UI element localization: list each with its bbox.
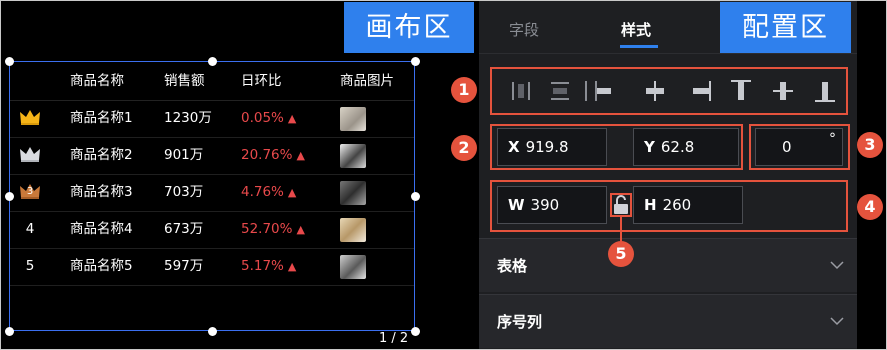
trend-up-icon: ▲ — [296, 149, 305, 162]
product-name: 商品名称4 — [70, 221, 133, 237]
callout-connector — [620, 217, 622, 243]
table-header: 商品名称 销售额 日环比 商品图片 — [10, 62, 414, 101]
y-value: 62.8 — [660, 138, 695, 156]
chevron-down-icon — [830, 317, 844, 326]
sales-value: 597万 — [164, 258, 204, 274]
trend-up-icon: ▲ — [287, 186, 297, 199]
rotation-value: 0 — [782, 138, 792, 156]
rank-number: 5 — [25, 258, 35, 274]
x-value: 919.8 — [525, 138, 569, 156]
align-left-icon[interactable] — [581, 69, 617, 113]
ranking-table-widget[interactable]: 商品名称 销售额 日环比 商品图片 商品名称1 1230万 0.05% ▲ 商品… — [9, 61, 415, 331]
h-value: 260 — [662, 196, 692, 214]
degree-unit: ° — [829, 131, 836, 147]
resize-handle-top-right[interactable] — [411, 57, 420, 66]
trend-up-icon: ▲ — [287, 260, 297, 273]
section-table-title: 表格 — [497, 257, 528, 275]
aspect-lock-icon[interactable] — [613, 195, 629, 219]
daily-ratio: 4.76% ▲ — [241, 184, 297, 200]
tab-style[interactable]: 样式 — [621, 19, 651, 40]
section-serial-column-title: 序号列 — [497, 313, 543, 331]
table-row: 4 商品名称4 673万 52.70% ▲ — [10, 211, 414, 249]
editor-frame: 画布区 商品名称 销售额 日环比 商品图片 商品名称1 1230万 0.05% ▲ — [0, 0, 887, 350]
product-name: 商品名称5 — [70, 258, 133, 274]
product-thumbnail — [340, 137, 366, 176]
align-bottom-icon[interactable] — [807, 69, 843, 113]
table-pager[interactable]: 1 / 2 — [379, 331, 408, 346]
align-middle-vertical-icon[interactable] — [765, 69, 801, 113]
align-center-horizontal-icon[interactable] — [637, 69, 673, 113]
resize-handle-right[interactable] — [411, 192, 420, 201]
canvas-area-label: 画布区 — [344, 2, 474, 53]
resize-handle-bottom-right[interactable] — [411, 327, 420, 336]
daily-ratio: 0.05% ▲ — [241, 110, 297, 126]
sales-value: 673万 — [164, 221, 204, 237]
table-row: 商品名称1 1230万 0.05% ▲ — [10, 100, 414, 138]
callout-badge-1: 1 — [451, 77, 477, 103]
sales-value: 901万 — [164, 147, 204, 163]
rank-crown-silver-icon — [16, 137, 44, 174]
divider — [479, 53, 857, 54]
daily-ratio: 5.17% ▲ — [241, 258, 297, 274]
table-row: 3 商品名称3 703万 4.76% ▲ — [10, 174, 414, 212]
table-row: 5 商品名称5 597万 5.17% ▲ — [10, 248, 414, 286]
resize-handle-top[interactable] — [208, 57, 217, 66]
config-area-label: 配置区 — [720, 2, 851, 53]
alignment-toolbar — [493, 69, 845, 113]
product-name: 商品名称1 — [70, 110, 133, 126]
callout-badge-2: 2 — [451, 135, 477, 161]
height-field[interactable]: H 260 — [633, 186, 743, 224]
section-serial-column[interactable]: 序号列 — [479, 294, 857, 348]
header-sales: 销售额 — [164, 73, 205, 89]
product-thumbnail — [340, 248, 366, 287]
position-x-field[interactable]: X 919.8 — [497, 128, 607, 166]
resize-handle-bottom-left[interactable] — [5, 327, 14, 336]
rank-number: 4 — [25, 221, 35, 237]
product-thumbnail — [340, 174, 366, 213]
rank-number: 3 — [26, 186, 34, 197]
sales-value: 1230万 — [164, 110, 212, 126]
tab-fields[interactable]: 字段 — [509, 19, 539, 40]
position-y-field[interactable]: Y 62.8 — [633, 128, 739, 166]
product-thumbnail — [340, 211, 366, 250]
canvas-area: 画布区 商品名称 销售额 日环比 商品图片 商品名称1 1230万 0.05% ▲ — [1, 1, 479, 349]
x-label: X — [508, 138, 520, 156]
align-top-icon[interactable] — [723, 69, 759, 113]
header-product-name: 商品名称 — [70, 73, 124, 89]
table-row: 商品名称2 901万 20.76% ▲ — [10, 137, 414, 175]
product-thumbnail — [340, 100, 366, 139]
header-daily-ratio: 日环比 — [241, 73, 282, 89]
active-tab-indicator — [620, 45, 658, 48]
trend-up-icon: ▲ — [296, 223, 305, 236]
resize-handle-bottom[interactable] — [208, 327, 217, 336]
section-table[interactable]: 表格 — [479, 238, 857, 292]
resize-handle-top-left[interactable] — [5, 57, 14, 66]
chevron-down-icon — [830, 261, 844, 270]
callout-badge-5: 5 — [608, 241, 634, 267]
y-label: Y — [644, 138, 655, 156]
distribute-vertical-icon[interactable] — [542, 69, 578, 113]
w-value: 390 — [530, 196, 560, 214]
h-label: H — [644, 196, 657, 214]
product-name: 商品名称2 — [70, 147, 133, 163]
daily-ratio: 20.76% ▲ — [241, 147, 305, 163]
callout-badge-3: 3 — [857, 132, 883, 158]
resize-handle-left[interactable] — [5, 192, 14, 201]
rank-crown-gold-icon — [16, 100, 44, 137]
sales-value: 703万 — [164, 184, 204, 200]
w-label: W — [508, 196, 525, 214]
distribute-horizontal-icon[interactable] — [503, 69, 539, 113]
trend-up-icon: ▲ — [287, 112, 297, 125]
width-field[interactable]: W 390 — [497, 186, 607, 224]
callout-badge-4: 4 — [857, 194, 883, 220]
align-right-icon[interactable] — [683, 69, 719, 113]
daily-ratio: 52.70% ▲ — [241, 221, 305, 237]
product-name: 商品名称3 — [70, 184, 133, 200]
header-product-image: 商品图片 — [340, 73, 394, 89]
